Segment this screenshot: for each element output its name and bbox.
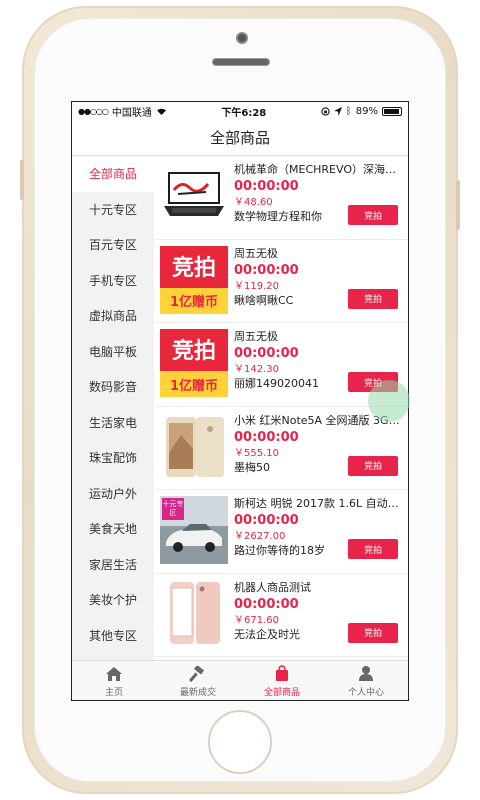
category-item-sports[interactable]: 运动户外 <box>72 476 154 512</box>
carrier-label: 中国联通 <box>111 107 152 119</box>
category-item-phones[interactable]: 手机专区 <box>72 263 154 299</box>
category-item-digital[interactable]: 数码影音 <box>72 369 154 405</box>
signal-icon: ●●○○○ <box>78 106 109 116</box>
tab-all-products[interactable]: 全部商品 <box>240 661 324 700</box>
countdown-timer: 00:00:00 <box>234 346 299 361</box>
promo-text-bottom: 1亿赠币 <box>160 287 228 314</box>
category-sidebar: 全部商品 十元专区 百元专区 手机专区 虚拟商品 电脑平板 数码影音 生活家电 … <box>72 156 154 660</box>
bid-button[interactable]: 竞拍 <box>348 455 398 476</box>
category-item-other[interactable]: 其他专区 <box>72 618 154 654</box>
category-label: 电脑平板 <box>88 344 137 359</box>
category-item-hundred-yuan[interactable]: 百元专区 <box>72 227 154 263</box>
tab-label: 最新成交 <box>179 687 216 698</box>
main-content: 全部商品 十元专区 百元专区 手机专区 虚拟商品 电脑平板 数码影音 生活家电 … <box>72 156 408 660</box>
countdown-timer: 00:00:00 <box>234 513 299 528</box>
bid-button[interactable]: 竞拍 <box>348 288 398 309</box>
category-label: 生活家电 <box>88 415 137 430</box>
category-label: 美食天地 <box>88 522 137 537</box>
tab-label: 全部商品 <box>263 688 300 698</box>
promo-text-top: 竞拍 <box>171 255 216 281</box>
front-camera <box>236 32 248 44</box>
product-image: 竞拍 1亿赠币 <box>160 329 228 397</box>
product-item[interactable]: 机械革命（MECHREVO）深海泰... 00:00:00 ￥48.60 数学物… <box>154 156 408 240</box>
bid-button[interactable]: 竞拍 <box>348 539 398 559</box>
category-item-food[interactable]: 美食天地 <box>72 511 154 547</box>
category-label: 美妆个护 <box>88 593 137 608</box>
rotation-lock-icon <box>321 106 330 116</box>
touch-indicator <box>368 380 410 422</box>
product-image: 竞拍 1亿赠币 <box>160 245 228 314</box>
tab-latest-deals[interactable]: 最新成交 <box>156 661 240 700</box>
battery-percent: 89% <box>355 105 378 117</box>
category-item-home[interactable]: 家居生活 <box>72 547 154 583</box>
category-item-computers[interactable]: 电脑平板 <box>72 334 154 370</box>
countdown-timer: 00:00:00 <box>234 179 299 194</box>
bid-button[interactable]: 竞拍 <box>348 205 398 225</box>
power-button <box>456 180 460 230</box>
clock: 下午6:28 <box>221 107 267 119</box>
product-image <box>160 579 228 648</box>
category-label: 手机专区 <box>88 273 137 288</box>
home-button[interactable] <box>208 710 272 774</box>
zone-tag: 十元专区 <box>162 498 184 520</box>
tab-profile[interactable]: 个人中心 <box>324 661 408 700</box>
product-title: 机械革命（MECHREVO）深海泰... <box>234 163 400 176</box>
category-item-jewelry[interactable]: 珠宝配饰 <box>72 440 154 476</box>
product-item[interactable]: 小米 红米Note5A 全网通版 3GB... 00:00:00 ￥555.10… <box>154 407 408 490</box>
category-label: 运动户外 <box>88 486 137 501</box>
category-label: 其他专区 <box>88 628 137 643</box>
product-title: 机器人商品测试 <box>234 580 311 594</box>
bid-button[interactable]: 竞拍 <box>348 622 398 643</box>
countdown-timer: 00:00:00 <box>234 262 299 278</box>
category-label: 全部商品 <box>88 167 137 182</box>
home-icon <box>106 666 122 681</box>
product-title: 斯柯达 明锐 2017款 1.6L 自动前... <box>234 497 400 510</box>
promo-text-top: 竞拍 <box>171 339 216 364</box>
volume-button <box>20 160 24 200</box>
product-title: 周五无极 <box>234 330 278 343</box>
category-label: 十元专区 <box>88 202 137 217</box>
category-label: 数码影音 <box>88 380 137 395</box>
tab-label: 主页 <box>104 687 123 698</box>
category-item-ten-yuan[interactable]: 十元专区 <box>72 192 154 228</box>
product-image <box>160 412 228 481</box>
tab-home[interactable]: 主页 <box>72 661 156 700</box>
hammer-icon <box>189 665 205 682</box>
category-label: 家居生活 <box>88 557 137 572</box>
battery-icon <box>381 106 402 116</box>
status-bar: ●●○○○ 中国联通 下午6:28 ᛒ 89% <box>72 102 408 120</box>
shopping-bag-icon <box>276 665 288 681</box>
wifi-icon <box>156 108 166 115</box>
product-image <box>160 162 228 230</box>
tab-label: 个人中心 <box>347 688 384 698</box>
product-item[interactable]: 十元专区 斯柯达 明锐 2017款 1.6L 自动前... 00:00:00 ￥… <box>154 490 408 574</box>
category-label: 百元专区 <box>88 238 137 253</box>
location-icon <box>333 106 342 116</box>
promo-text-bottom: 1亿赠币 <box>160 371 228 397</box>
bottom-tab-bar: 主页 最新成交 全部商品 个人中心 <box>72 660 408 700</box>
countdown-timer: 00:00:00 <box>234 429 299 445</box>
person-icon <box>359 666 373 681</box>
nav-bar: 全部商品 <box>72 120 408 156</box>
countdown-timer: 00:00:00 <box>234 596 299 612</box>
page-title: 全部商品 <box>209 129 270 147</box>
earpiece-speaker <box>212 58 270 66</box>
category-item-beauty[interactable]: 美妆个护 <box>72 582 154 618</box>
bluetooth-icon: ᛒ <box>345 105 352 117</box>
category-label: 珠宝配饰 <box>88 451 137 466</box>
category-item-appliances[interactable]: 生活家电 <box>72 405 154 441</box>
category-label: 虚拟商品 <box>88 309 137 324</box>
product-title: 周五无极 <box>234 246 278 260</box>
product-item[interactable]: 机器人商品测试 00:00:00 ￥671.60 无法企及时光 竞拍 <box>154 574 408 657</box>
product-item[interactable]: 竞拍 1亿赠币 周五无极 00:00:00 ￥119.20 瞅啥啊瞅CC 竞拍 <box>154 240 408 323</box>
product-image: 十元专区 <box>160 496 228 564</box>
category-item-all[interactable]: 全部商品 <box>72 156 154 192</box>
category-item-virtual[interactable]: 虚拟商品 <box>72 298 154 334</box>
app-screen: ●●○○○ 中国联通 下午6:28 ᛒ 89% 全部商品 全部商品 十元专区 百… <box>71 101 409 701</box>
